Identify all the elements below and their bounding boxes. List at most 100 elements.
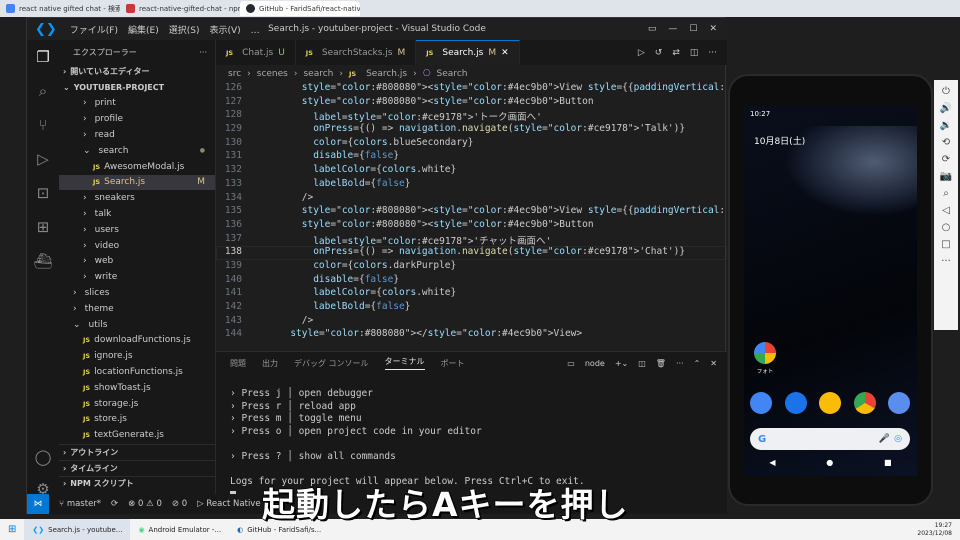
browser-tab-2[interactable]: react-native-gifted-chat - npm✕ bbox=[120, 1, 240, 16]
home-icon[interactable]: ○ bbox=[942, 222, 951, 233]
tree-item[interactable]: JS showToast.js bbox=[59, 380, 215, 396]
code-line[interactable]: 137 label=style="color:#ce9178">'チャット画面へ… bbox=[216, 233, 727, 247]
run-icon[interactable]: ▷ bbox=[638, 48, 645, 58]
pinwheel-icon[interactable] bbox=[819, 392, 841, 414]
camera-icon[interactable] bbox=[888, 392, 910, 414]
extensions-icon[interactable]: ⊞ bbox=[27, 210, 59, 244]
google-search-bar[interactable]: G 🎤 ◎ bbox=[750, 428, 910, 450]
phone-icon[interactable] bbox=[750, 392, 772, 414]
code-line[interactable]: 134 /> bbox=[216, 192, 727, 206]
browser-tab-3[interactable]: GitHub - FaridSafi/react-native-...✕ bbox=[240, 1, 360, 16]
taskbar-item-vscode[interactable]: ❮❯ Search.js - youtube... bbox=[24, 519, 131, 540]
tree-item[interactable]: JS downloadFunctions.js bbox=[59, 333, 215, 349]
close-icon[interactable]: ✕ bbox=[501, 48, 509, 58]
code-line[interactable]: 133 labelBold={false} bbox=[216, 178, 727, 192]
code-line[interactable]: 138 onPress={() => navigation.navigate(s… bbox=[216, 246, 727, 260]
timeline-section[interactable]: › タイムライン bbox=[59, 459, 215, 476]
back-icon[interactable]: ◁ bbox=[942, 205, 950, 216]
mic-icon[interactable]: 🎤 bbox=[879, 434, 890, 444]
source-control-icon[interactable]: ⑂ bbox=[27, 108, 59, 142]
code-line[interactable]: 127 style="color:#808080"><style="color:… bbox=[216, 96, 727, 110]
code-line[interactable]: 131 disable={false} bbox=[216, 150, 727, 164]
breadcrumb-item[interactable]: search bbox=[303, 69, 333, 79]
more-icon[interactable]: ··· bbox=[676, 359, 684, 368]
open-editors-section[interactable]: › 開いているエディター bbox=[59, 64, 215, 80]
react-native-indicator[interactable]: ▷ React Native bbox=[197, 499, 260, 509]
add-terminal-icon[interactable]: +⌄ bbox=[615, 359, 628, 368]
menu-edit[interactable]: 編集(E) bbox=[128, 26, 159, 36]
sync-icon[interactable]: ⟳ bbox=[111, 499, 118, 509]
code-line[interactable]: 126 style="color:#808080"><style="color:… bbox=[216, 82, 727, 96]
tree-item[interactable]: › slices bbox=[59, 285, 215, 301]
code-line[interactable]: 140 disable={false} bbox=[216, 274, 727, 288]
tree-item[interactable]: JS textGenerate.js bbox=[59, 427, 215, 443]
maximize-panel-icon[interactable]: ⌃ bbox=[694, 359, 701, 368]
photos-app[interactable]: フォト bbox=[750, 342, 780, 375]
close-panel-icon[interactable]: ✕ bbox=[710, 359, 717, 368]
breadcrumb-item[interactable]: Search bbox=[437, 69, 468, 79]
docker-icon[interactable]: ⛴ bbox=[27, 244, 59, 278]
code-line[interactable]: 130 color={colors.blueSecondary} bbox=[216, 137, 727, 151]
tree-item[interactable]: ⌄ search ● bbox=[59, 143, 215, 159]
code-editor[interactable]: 126 style="color:#808080"><style="color:… bbox=[216, 82, 727, 351]
breadcrumb-item[interactable]: scenes bbox=[257, 69, 288, 79]
tree-item[interactable]: JS ignore.js bbox=[59, 348, 215, 364]
npm-scripts-section[interactable]: › NPM スクリプト bbox=[59, 475, 215, 492]
taskbar-item-emulator[interactable]: ◉ Android Emulator -... bbox=[130, 519, 229, 540]
tree-item[interactable]: JS locationFunctions.js bbox=[59, 364, 215, 380]
more-icon[interactable]: ··· bbox=[708, 48, 717, 58]
split-editor-icon[interactable]: ◫ bbox=[690, 48, 699, 58]
screenshot-icon[interactable]: 📷 bbox=[940, 171, 952, 182]
menu-selection[interactable]: 選択(S) bbox=[169, 26, 200, 36]
tree-item[interactable]: JS store.js bbox=[59, 412, 215, 428]
branch-indicator[interactable]: ⑂ master* bbox=[59, 499, 101, 509]
account-icon[interactable]: ◯ bbox=[27, 440, 59, 474]
remote-indicator-icon[interactable]: ⋈ bbox=[27, 494, 49, 514]
search-icon[interactable]: ⌕ bbox=[27, 74, 59, 108]
code-line[interactable]: 132 labelColor={colors.white} bbox=[216, 164, 727, 178]
tab-problems[interactable]: 問題 bbox=[230, 358, 246, 369]
code-line[interactable]: 142 labelBold={false} bbox=[216, 301, 727, 315]
menu-file[interactable]: ファイル(F) bbox=[70, 26, 118, 36]
menu-more[interactable]: … bbox=[251, 26, 260, 36]
trash-icon[interactable]: 🗑 bbox=[656, 359, 666, 368]
code-line[interactable]: 135 style="color:#808080"><style="color:… bbox=[216, 205, 727, 219]
tree-item[interactable]: › print bbox=[59, 96, 215, 112]
lens-icon[interactable]: ◎ bbox=[894, 434, 902, 444]
tab-chat-js[interactable]: JS Chat.js U bbox=[216, 40, 296, 65]
tree-item[interactable]: JS Search.js M bbox=[59, 174, 215, 191]
code-line[interactable]: 128 label=style="color:#ce9178">'トーク画面へ' bbox=[216, 109, 727, 123]
tree-item[interactable]: JS AwesomeModal.js bbox=[59, 159, 215, 175]
home-icon[interactable]: ● bbox=[826, 458, 833, 467]
ports-indicator[interactable]: ⊘ 0 bbox=[172, 499, 187, 509]
split-terminal-icon[interactable]: ◫ bbox=[638, 359, 646, 368]
overview-icon[interactable]: □ bbox=[941, 239, 950, 250]
volume-down-icon[interactable]: 🔉 bbox=[940, 120, 952, 131]
browser-tab-1[interactable]: react native gifted chat - 検索✕ bbox=[0, 1, 120, 16]
tree-item[interactable]: › talk bbox=[59, 206, 215, 222]
tree-item[interactable]: JS storage.js bbox=[59, 396, 215, 412]
outline-section[interactable]: › アウトライン bbox=[59, 444, 215, 460]
chrome-icon[interactable] bbox=[853, 392, 876, 414]
system-clock[interactable]: 19:27 2023/12/08 bbox=[917, 522, 960, 538]
menu-view[interactable]: 表示(V) bbox=[209, 26, 240, 36]
maximize-icon[interactable]: ☐ bbox=[689, 24, 697, 34]
tree-item[interactable]: › theme bbox=[59, 301, 215, 317]
code-line[interactable]: 136 style="color:#808080"><style="color:… bbox=[216, 219, 727, 233]
run-debug-icon[interactable]: ▷ bbox=[27, 142, 59, 176]
tree-item[interactable]: › profile bbox=[59, 111, 215, 127]
tree-item[interactable]: ⌄ utils bbox=[59, 317, 215, 333]
compare-icon[interactable]: ⇄ bbox=[672, 48, 680, 58]
breadcrumb-item[interactable]: src bbox=[228, 69, 241, 79]
tab-terminal[interactable]: ターミナル bbox=[384, 356, 425, 370]
minimize-icon[interactable]: — bbox=[668, 24, 677, 34]
back-icon[interactable]: ◀ bbox=[769, 458, 775, 467]
start-button[interactable]: ⊞ bbox=[0, 519, 24, 540]
history-icon[interactable]: ↺ bbox=[655, 48, 663, 58]
zoom-icon[interactable]: ⌕ bbox=[943, 188, 949, 199]
code-line[interactable]: 144 style="color:#808080"></style="color… bbox=[216, 328, 727, 342]
code-line[interactable]: 129 onPress={() => navigation.navigate(s… bbox=[216, 123, 727, 137]
rotate-left-icon[interactable]: ⟲ bbox=[942, 137, 950, 148]
terminal-shell-label[interactable]: node bbox=[585, 359, 605, 368]
code-line[interactable]: 143 /> bbox=[216, 315, 727, 329]
